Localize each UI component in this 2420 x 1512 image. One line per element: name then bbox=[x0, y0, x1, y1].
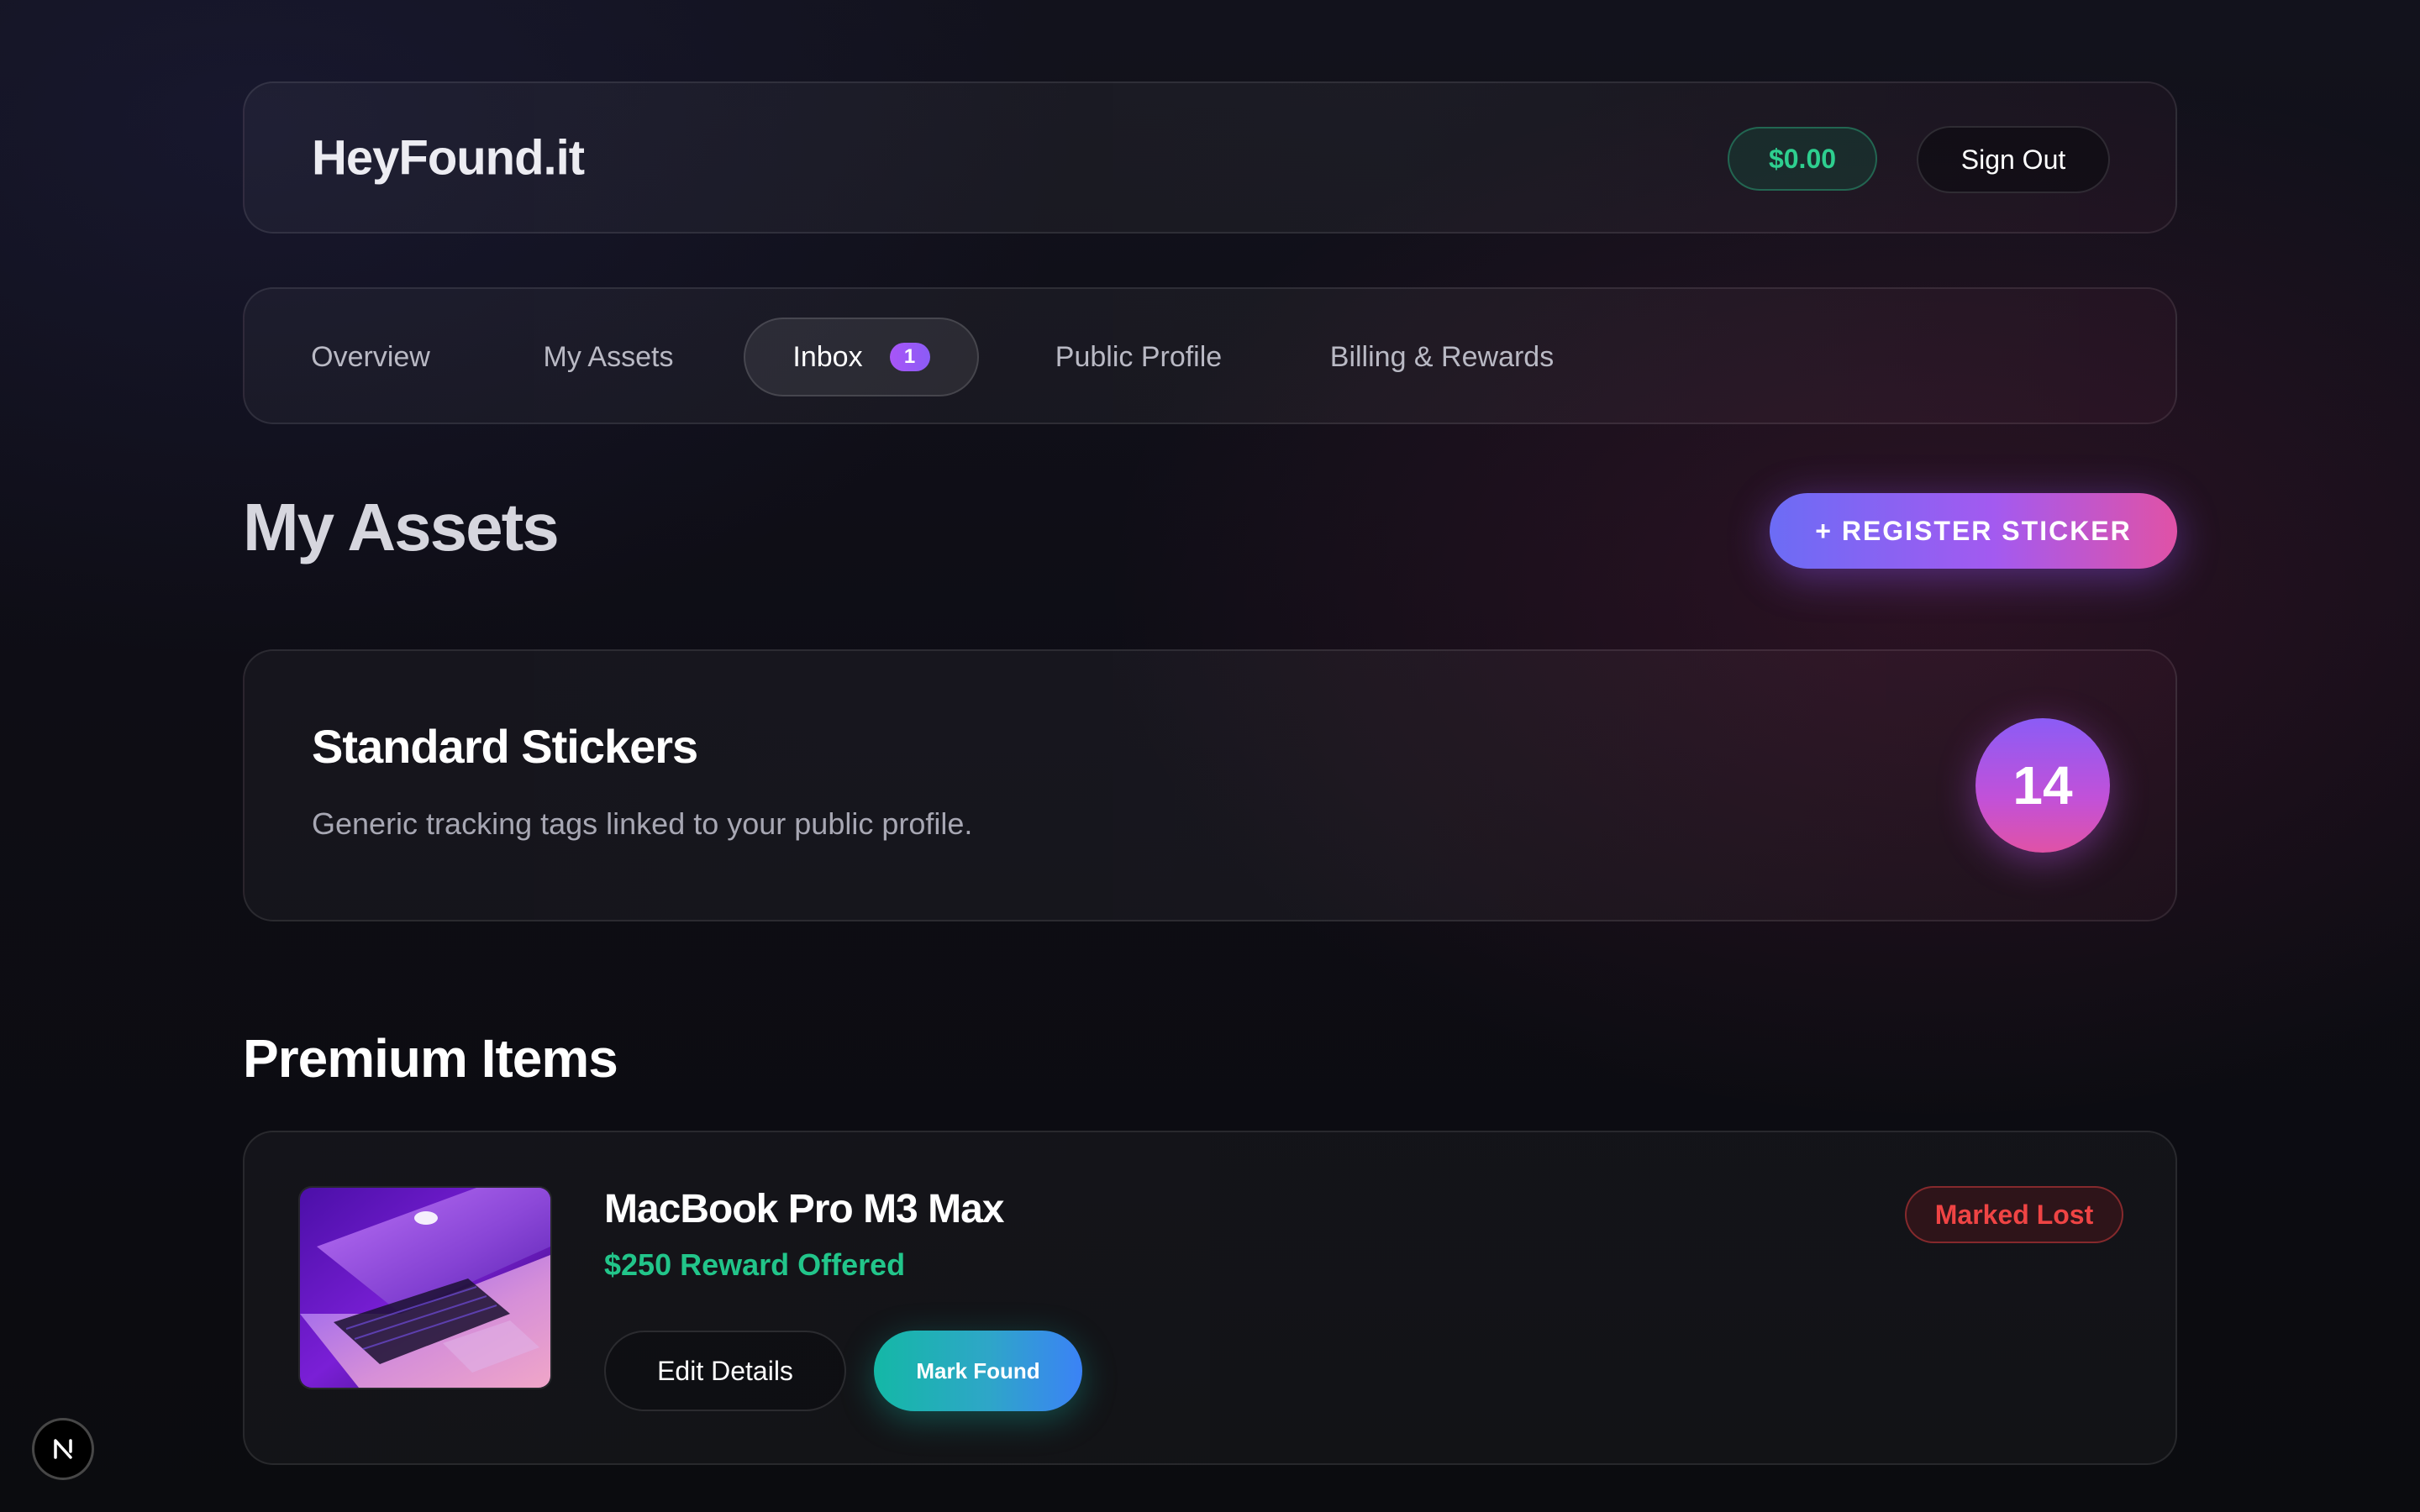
laptop-photo bbox=[298, 1186, 552, 1389]
standard-stickers-card: Standard Stickers Generic tracking tags … bbox=[243, 649, 2177, 921]
sticker-count-badge: 14 bbox=[1975, 718, 2110, 853]
premium-items-title: Premium Items bbox=[243, 1028, 618, 1089]
reward-amount: $250 Reward Offered bbox=[604, 1247, 906, 1282]
tab-label: Inbox bbox=[792, 340, 863, 373]
standard-stickers-title: Standard Stickers bbox=[312, 720, 698, 773]
status-badge: Marked Lost bbox=[1905, 1186, 2123, 1243]
balance-badge[interactable]: $0.00 bbox=[1728, 127, 1877, 191]
app-header: HeyFound.it $0.00 Sign Out bbox=[243, 81, 2177, 234]
premium-item-card: MacBook Pro M3 Max $250 Reward Offered E… bbox=[243, 1131, 2177, 1465]
tab-billing-rewards[interactable]: Billing & Rewards bbox=[1300, 318, 1584, 396]
tab-label: Overview bbox=[311, 340, 430, 373]
nextjs-icon[interactable] bbox=[32, 1418, 94, 1480]
register-sticker-button[interactable]: + REGISTER STICKER bbox=[1770, 493, 2177, 569]
tab-label: My Assets bbox=[543, 340, 674, 373]
tab-label: Billing & Rewards bbox=[1329, 340, 1555, 373]
page-title: My Assets bbox=[243, 490, 560, 564]
item-name: MacBook Pro M3 Max bbox=[604, 1187, 1004, 1231]
sign-out-button[interactable]: Sign Out bbox=[1917, 126, 2110, 193]
standard-stickers-description: Generic tracking tags linked to your pub… bbox=[312, 806, 973, 841]
tab-label: Public Profile bbox=[1055, 340, 1223, 373]
tab-inbox[interactable]: Inbox 1 bbox=[744, 318, 979, 396]
tab-public-profile[interactable]: Public Profile bbox=[1021, 318, 1256, 396]
brand-logo[interactable]: HeyFound.it bbox=[312, 129, 585, 186]
tab-overview[interactable]: Overview bbox=[297, 318, 445, 396]
mark-found-button[interactable]: Mark Found bbox=[874, 1331, 1082, 1411]
nav-tabs: Overview My Assets Inbox 1 Public Profil… bbox=[243, 287, 2177, 424]
edit-details-button[interactable]: Edit Details bbox=[604, 1331, 846, 1411]
tab-my-assets[interactable]: My Assets bbox=[522, 318, 695, 396]
unread-count-badge: 1 bbox=[889, 343, 930, 371]
